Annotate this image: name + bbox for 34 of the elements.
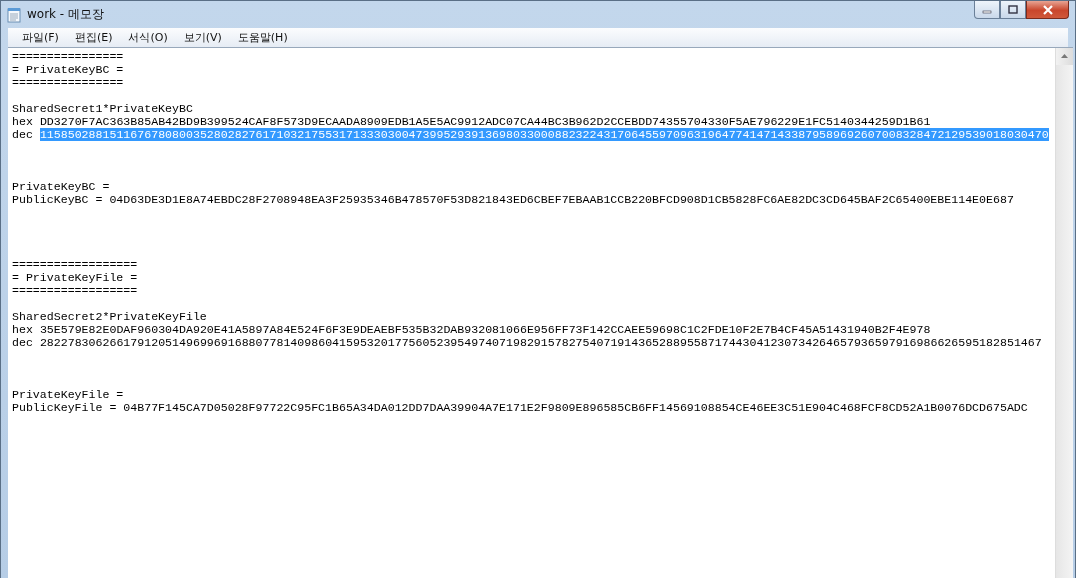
text-line: = PrivateKeyFile = [12,271,138,284]
menu-item[interactable]: 편집(E) [66,30,121,45]
text-line: SharedSecret2*PrivateKeyFile [12,310,207,323]
text-line: PrivateKeyBC = [12,180,110,193]
line-label: dec [12,128,33,141]
minimize-button[interactable] [974,1,1000,19]
line-label: dec [12,336,33,349]
text-line: SharedSecret1*PrivateKeyBC [12,102,193,115]
scroll-up-icon[interactable] [1056,48,1073,65]
menu-item[interactable]: 서식(O) [120,30,176,45]
menu-item[interactable]: 파일(F) [14,30,67,45]
menu-item[interactable]: 도움말(H) [229,30,296,45]
text-line: = PrivateKeyBC = [12,63,124,76]
line-value: DD3270F7AC363B85AB42BD9B399524CAF8F573D9ECAADA8909EDB1A5E5AC9912ADC07CA44BC3B962D2CCEBDD74355704330F5AE796229E1FC5140344259D1B61 [39,115,931,128]
line-label: hex [12,323,33,336]
line-label: hex [12,115,33,128]
line-value: 35E579E82E0DAF960304DA920E41A5897A84E524F6F3E9DEAEBF535B32DAB932081066E956FF73F142CCAEE59698C1C2FDE10F2E7B4CF45A51431940B2F4E978 [39,323,931,336]
text-line: ================== [12,284,138,297]
text-line: ================ [12,50,124,63]
maximize-icon [1008,5,1018,14]
text-line: ================== [12,258,138,271]
line-value: 1158502881511676780800352802827617103217553171333030047399529391369803300088232243170645597096319647741471433879589692607008328472129539018030470 [39,128,1049,141]
text-line: PrivateKeyFile = [12,388,124,401]
close-button[interactable] [1026,1,1069,19]
maximize-button[interactable] [1000,1,1026,19]
text-line: PublicKeyFile = 04B77F145CA7D05028F97722C95FC1B65A34DA012DD7DAA39904A7E171E2F9809E896585CB6FF14569108854CE46EE3C51E904C468FCF8CD52A1B0076DCD675ADC [12,401,1028,414]
notepad-icon [6,6,22,23]
text-line: PublicKeyBC = 04D63DE3D1E8A74EBDC28F2708948EA3F25935346B478570F53D821843ED6CBEF7EBAAB1CCB220BFCD908D1CB5828FC6AE82DC3CD645BAF2C65400EBE114E0E687 [12,193,1014,206]
window-title: work - 메모장 [27,6,104,23]
line-value: 282278306266179120514969969168807781409860415953201775605239549740719829157827540719143652889558717443041230734264657936597916986626595182851467 [39,336,1042,349]
close-icon [1041,4,1054,15]
menu-item[interactable]: 보기(V) [175,30,230,45]
text-line: ================ [12,76,124,89]
vertical-scrollbar[interactable] [1055,48,1073,578]
